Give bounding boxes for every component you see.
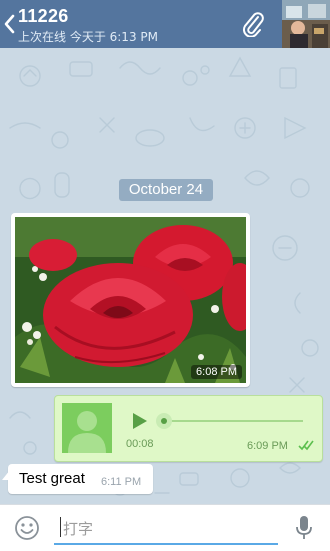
text-caret xyxy=(60,517,61,537)
message-composer: 打字 xyxy=(0,504,330,551)
chat-title[interactable]: 11226 xyxy=(18,6,69,27)
smiley-icon[interactable] xyxy=(14,515,40,541)
voice-timestamp: 6:09 PM xyxy=(247,440,288,452)
chat-area[interactable]: October 24 6:08 PM 00:08 6:09 PM Test gr… xyxy=(0,48,330,504)
photo-timestamp: 6:08 PM xyxy=(191,365,242,379)
text-message[interactable]: Test great 6:11 PM xyxy=(2,464,153,494)
audio-seek-knob[interactable] xyxy=(154,411,174,431)
microphone-icon[interactable] xyxy=(295,515,313,541)
audio-duration: 00:08 xyxy=(126,438,154,450)
voice-message[interactable]: 00:08 6:09 PM xyxy=(54,395,323,462)
chat-header: 11226 上次在线 今天于 6:13 PM xyxy=(0,0,330,48)
back-chevron-icon[interactable] xyxy=(3,14,15,34)
message-text: Test great xyxy=(19,470,85,487)
sender-avatar-placeholder xyxy=(62,403,112,453)
message-timestamp: 6:11 PM xyxy=(101,476,142,488)
contact-avatar[interactable] xyxy=(282,0,330,48)
input-placeholder: 打字 xyxy=(63,520,94,538)
paperclip-icon[interactable] xyxy=(240,11,266,37)
play-icon[interactable] xyxy=(131,411,149,431)
rose-photo[interactable] xyxy=(15,217,246,383)
date-separator: October 24 xyxy=(119,179,213,201)
audio-progress-track[interactable] xyxy=(167,420,303,422)
last-seen-status: 上次在线 今天于 6:13 PM xyxy=(18,30,158,44)
message-input[interactable]: 打字 xyxy=(54,513,278,545)
photo-message[interactable]: 6:08 PM xyxy=(11,213,250,387)
person-silhouette-icon xyxy=(68,411,106,453)
bubble-tail xyxy=(2,470,10,480)
double-check-icon xyxy=(298,440,314,451)
